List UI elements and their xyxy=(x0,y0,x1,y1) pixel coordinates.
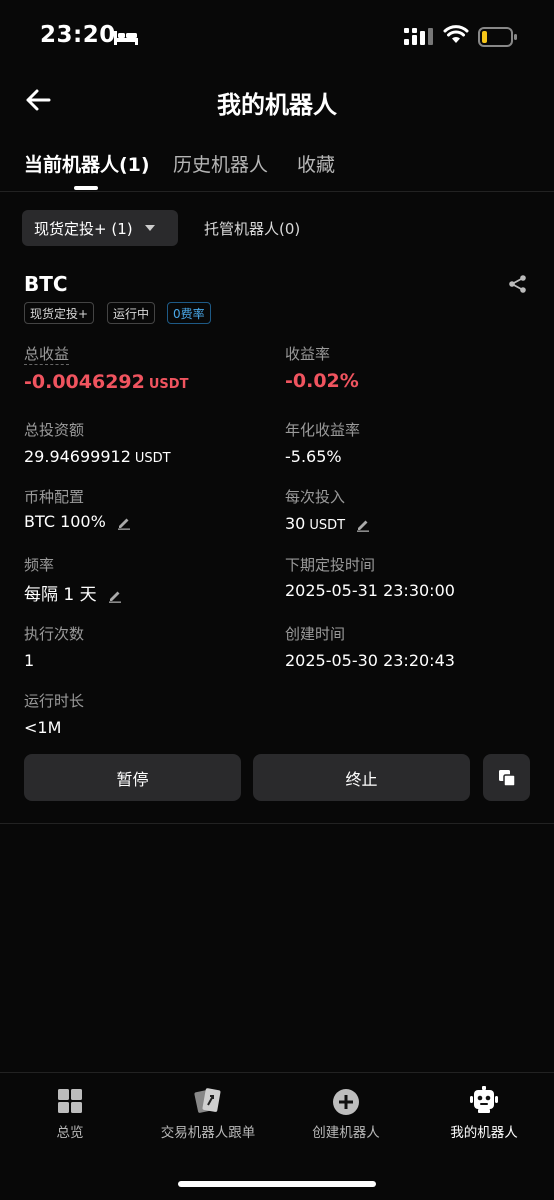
bot-coin: BTC xyxy=(24,272,68,296)
runtime-value: <1M xyxy=(24,718,62,737)
allocation: BTC 100% xyxy=(24,512,131,531)
card-divider xyxy=(0,823,554,824)
frequency-label: 频率 xyxy=(24,556,55,574)
tag-fee: 0费率 xyxy=(167,302,211,324)
total-invest: 29.94699912 USDT xyxy=(24,447,171,466)
copy-icon xyxy=(498,769,516,787)
tab-favorites[interactable]: 收藏 xyxy=(297,150,335,177)
page-title: 我的机器人 xyxy=(217,91,337,119)
total-profit: -0.0046292 USDT xyxy=(24,371,188,393)
frequency-value: 每隔 1 天 xyxy=(24,585,97,605)
battery-icon xyxy=(478,27,517,47)
total-profit-unit: USDT xyxy=(148,377,189,392)
cards-icon[interactable] xyxy=(193,1086,223,1116)
edit-pencil-icon[interactable] xyxy=(117,516,131,530)
tag-strategy: 现货定投+ xyxy=(24,302,95,324)
total-profit-value: -0.0046292 xyxy=(24,371,145,393)
exec-count-value: 1 xyxy=(24,651,35,670)
next-time-label: 下期定投时间 xyxy=(285,556,376,574)
wifi-icon xyxy=(443,25,469,43)
filter-label: 现货定投+ (1) xyxy=(34,219,133,238)
grid-icon[interactable] xyxy=(57,1088,83,1114)
annual-rate-label: 年化收益率 xyxy=(285,421,361,439)
bed-icon xyxy=(114,31,138,45)
total-invest-value: 29.94699912 xyxy=(24,447,131,466)
nav-create-bot-label[interactable]: 创建机器人 xyxy=(296,1121,396,1141)
edit-pencil-icon[interactable] xyxy=(108,589,122,603)
managed-bots-filter[interactable]: 托管机器人(0) xyxy=(204,218,300,239)
stop-button[interactable]: 终止 xyxy=(253,754,470,801)
total-profit-label: 总收益 xyxy=(24,345,70,365)
cellular-signal-icon xyxy=(404,28,433,45)
runtime-label: 运行时长 xyxy=(24,692,85,710)
home-indicator xyxy=(178,1181,376,1187)
plus-circle-icon[interactable] xyxy=(332,1088,360,1116)
total-invest-unit: USDT xyxy=(134,451,171,466)
allocation-value: BTC 100% xyxy=(24,512,106,531)
tag-status: 运行中 xyxy=(107,302,156,324)
edit-pencil-icon[interactable] xyxy=(356,518,370,532)
profit-rate-value: -0.02% xyxy=(285,370,359,392)
tab-history-bots[interactable]: 历史机器人 xyxy=(173,150,268,177)
tab-indicator xyxy=(74,186,98,190)
bottom-nav-divider xyxy=(0,1072,554,1073)
tab-current-bots[interactable]: 当前机器人(1) xyxy=(24,150,150,177)
profit-rate-label: 收益率 xyxy=(285,345,331,363)
copy-button[interactable] xyxy=(483,754,530,801)
exec-count-label: 执行次数 xyxy=(24,625,85,643)
allocation-label: 币种配置 xyxy=(24,488,85,506)
frequency: 每隔 1 天 xyxy=(24,580,122,605)
next-time-value: 2025-05-31 23:30:00 xyxy=(285,581,455,600)
nav-my-bots-label[interactable]: 我的机器人 xyxy=(434,1121,534,1141)
status-time: 23:20 xyxy=(40,22,116,48)
robot-icon[interactable] xyxy=(469,1085,499,1115)
nav-overview-label[interactable]: 总览 xyxy=(30,1121,110,1141)
nav-copy-trading-label[interactable]: 交易机器人跟单 xyxy=(143,1121,273,1141)
per-invest-value: 30 xyxy=(285,514,306,533)
tabs-divider xyxy=(0,191,554,192)
per-invest-unit: USDT xyxy=(309,518,346,533)
annual-rate-value: -5.65% xyxy=(285,447,342,466)
per-invest-label: 每次投入 xyxy=(285,488,346,506)
strategy-filter-dropdown[interactable]: 现货定投+ (1) xyxy=(22,210,178,246)
share-icon[interactable] xyxy=(508,274,528,294)
pause-button[interactable]: 暂停 xyxy=(24,754,241,801)
created-value: 2025-05-30 23:20:43 xyxy=(285,651,455,670)
per-invest: 30 USDT xyxy=(285,514,370,533)
total-invest-label: 总投资额 xyxy=(24,421,85,439)
caret-down-icon xyxy=(144,225,155,231)
created-label: 创建时间 xyxy=(285,625,346,643)
